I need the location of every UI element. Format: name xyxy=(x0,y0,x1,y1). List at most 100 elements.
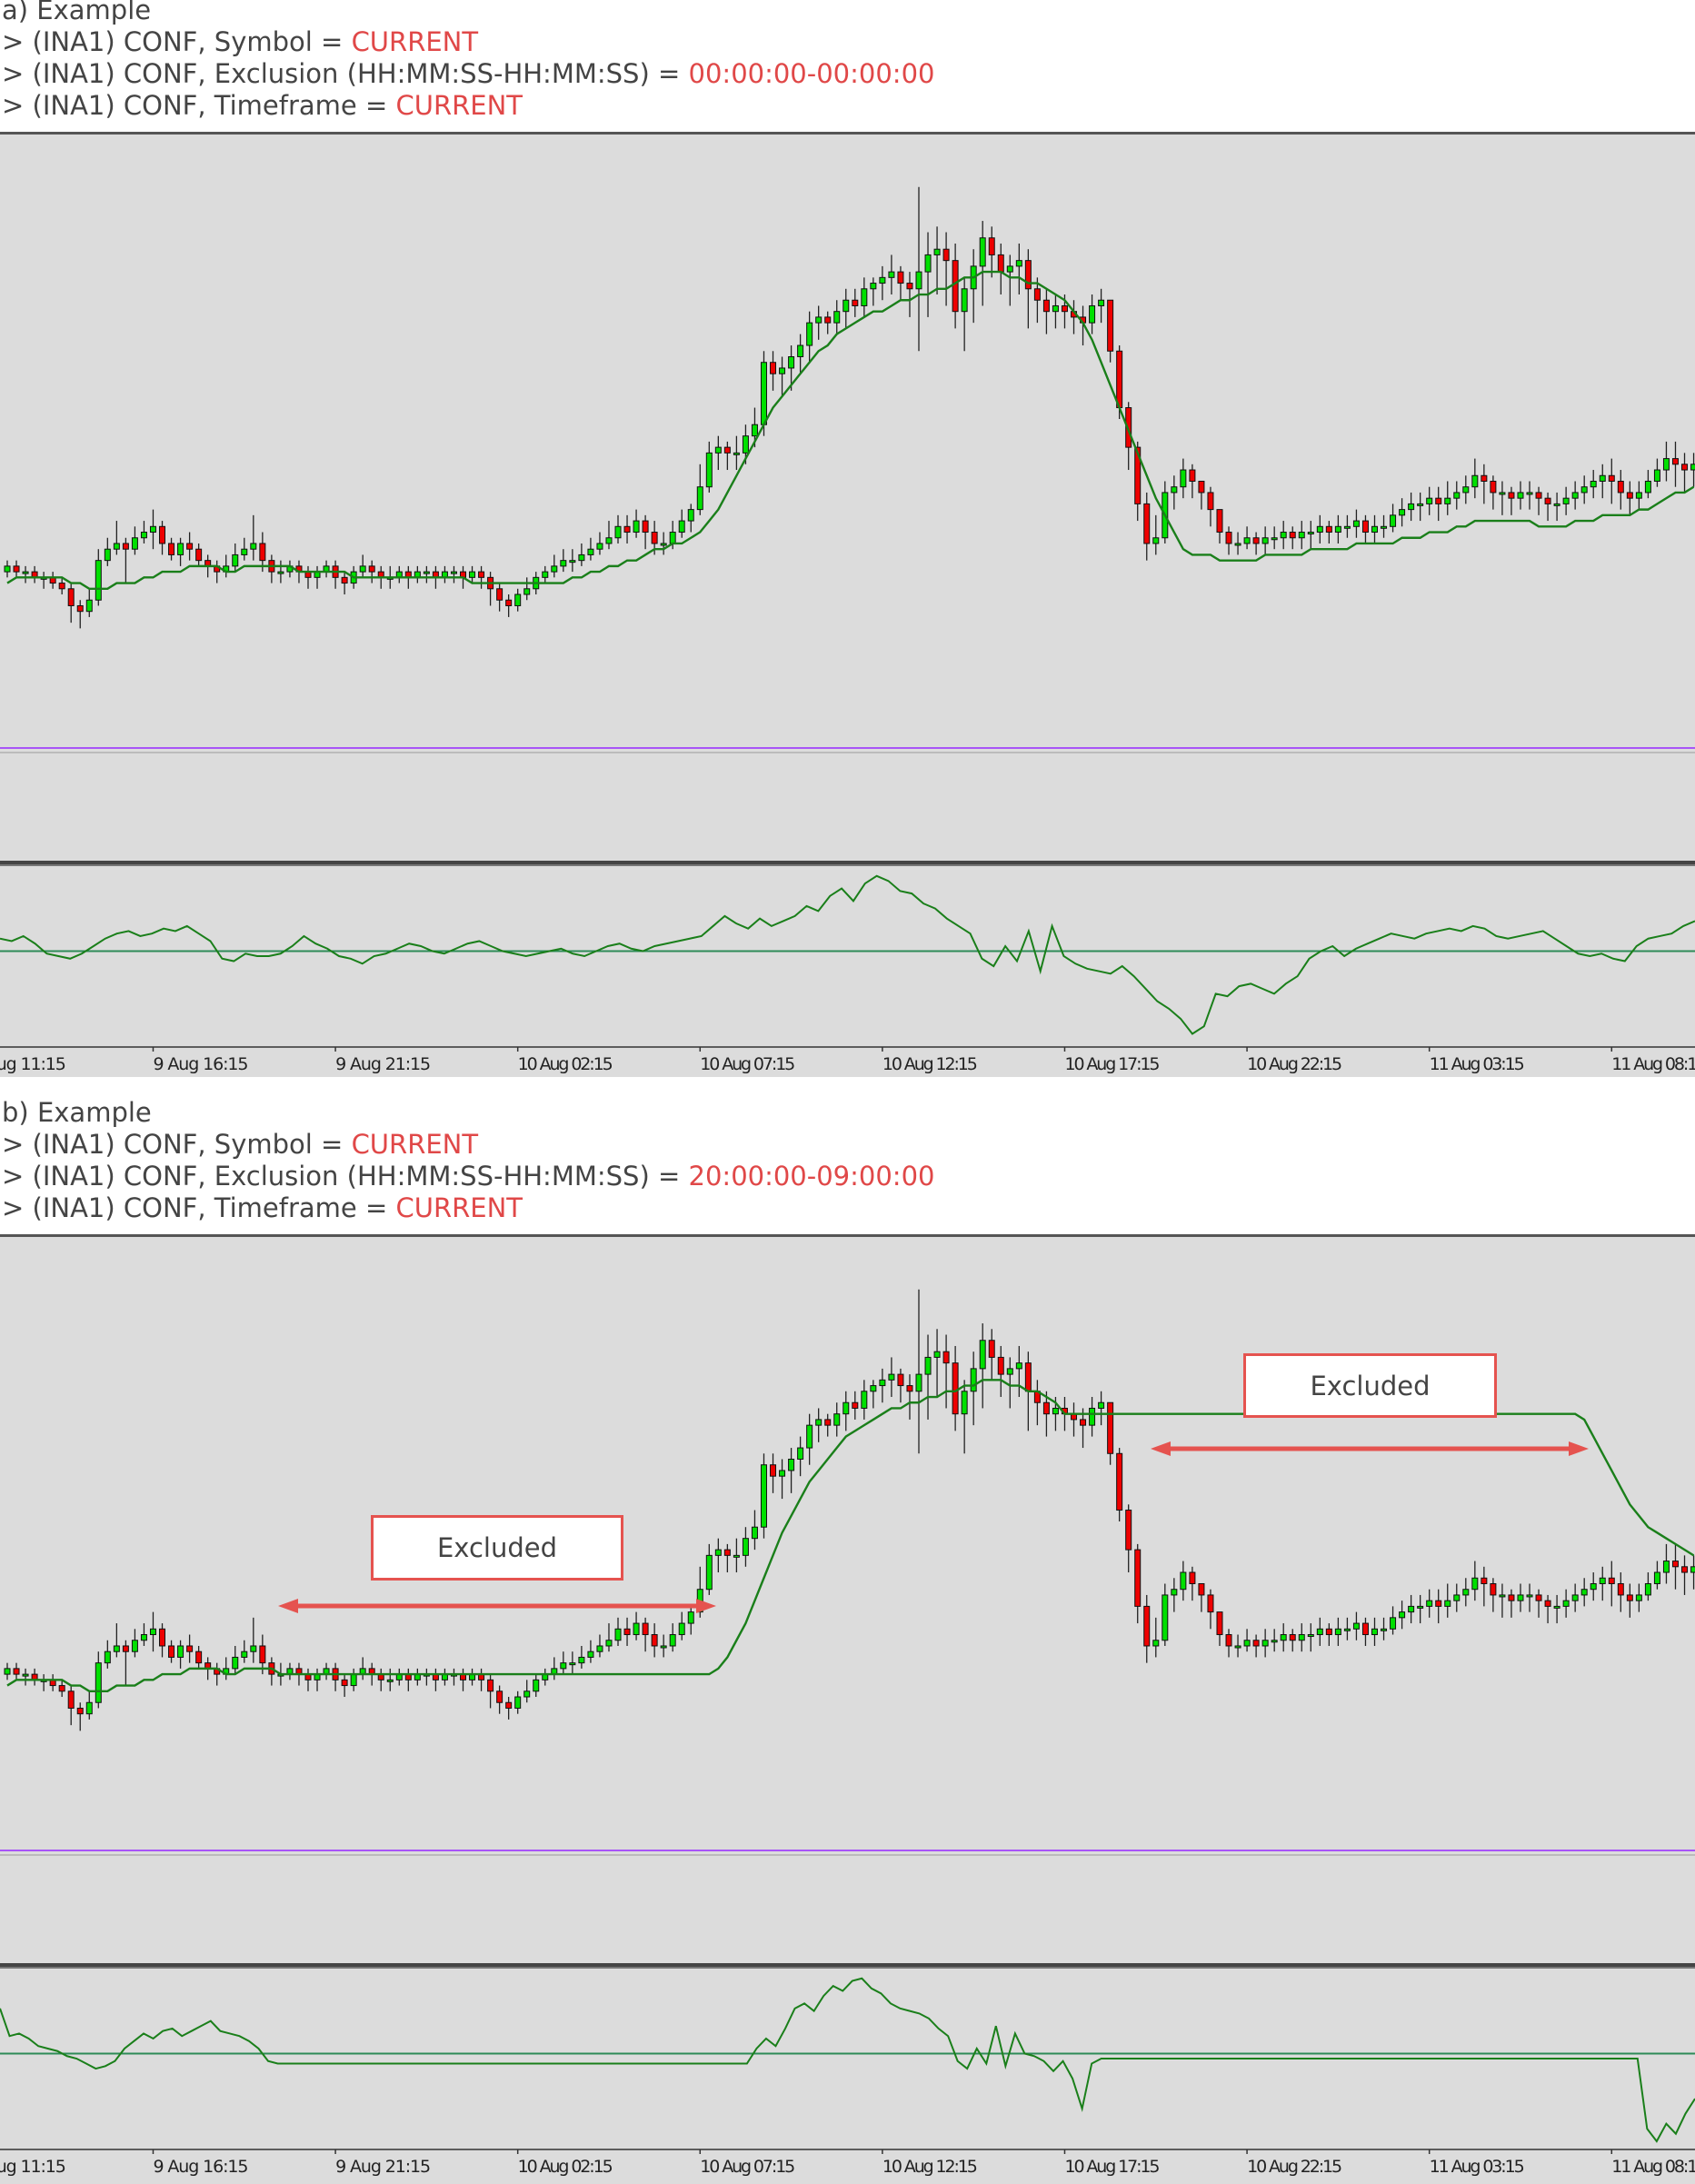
bull-candle-body xyxy=(569,1662,576,1666)
config-label: > (INA1) CONF, Symbol = xyxy=(2,1129,352,1160)
bear-candle-body xyxy=(478,571,485,578)
bear-candle-body xyxy=(642,520,649,534)
config-value: CURRENT xyxy=(351,26,479,57)
bull-candle-body xyxy=(85,1701,93,1715)
panel-a-header: a) Example > (INA1) CONF, Symbol = CURRE… xyxy=(2,0,934,122)
bear-candle-body xyxy=(496,1690,504,1703)
bear-candle-body xyxy=(487,1679,494,1692)
bull-candle-body xyxy=(386,1679,394,1682)
bull-candle-body xyxy=(1343,525,1351,529)
bull-candle-body xyxy=(423,571,430,574)
bull-candle-body xyxy=(1006,1368,1013,1375)
x-tick-label: 10 Aug 17:15 xyxy=(1064,1054,1160,1074)
bear-candle-body xyxy=(942,1351,950,1364)
bear-candle-body xyxy=(1225,532,1232,544)
bear-candle-body xyxy=(1617,480,1624,494)
bull-candle-body xyxy=(1590,480,1597,488)
bear-candle-body xyxy=(988,237,995,255)
candle xyxy=(1116,1448,1123,1521)
bear-candle-body xyxy=(1225,1634,1232,1647)
x-tick-label: 10 Aug 22:15 xyxy=(1247,2157,1342,2177)
bull-candle-body xyxy=(705,1554,713,1591)
bear-candle-body xyxy=(1544,1600,1551,1607)
bull-candle-body xyxy=(633,520,640,534)
bull-candle-body xyxy=(788,356,795,369)
bull-candle-body xyxy=(1381,1628,1388,1631)
bear-candle-body xyxy=(1490,480,1497,494)
bull-candle-body xyxy=(915,1373,922,1392)
bull-candle-body xyxy=(1462,1589,1470,1596)
bull-candle-body xyxy=(1599,1577,1606,1584)
bear-candle-body xyxy=(897,1373,904,1387)
bear-candle-body xyxy=(906,283,913,290)
bear-candle-body xyxy=(897,271,904,284)
bear-candle-body xyxy=(1608,1577,1615,1584)
bull-candle-body xyxy=(560,560,567,567)
config-value: CURRENT xyxy=(395,90,523,121)
bear-candle-body xyxy=(1671,458,1679,465)
bear-candle-body xyxy=(824,1419,832,1426)
bear-candle-body xyxy=(1125,1510,1132,1551)
bull-candle-body xyxy=(1444,497,1451,504)
config-exclusion-a: > (INA1) CONF, Exclusion (HH:MM:SS-HH:MM… xyxy=(2,58,934,90)
x-tick-label: 10 Aug 17:15 xyxy=(1064,2157,1160,2177)
bull-candle-body xyxy=(915,271,922,290)
bear-candle-body xyxy=(623,1628,631,1636)
bull-candle-body xyxy=(1653,1571,1660,1584)
bull-candle-body xyxy=(1261,537,1269,544)
bull-candle-body xyxy=(924,254,932,273)
bull-candle-body xyxy=(806,322,813,346)
bear-candle-body xyxy=(1361,1622,1369,1636)
bull-candle-body xyxy=(1571,492,1579,499)
bull-candle-body xyxy=(22,1673,29,1677)
bull-candle-body xyxy=(888,271,895,278)
bear-candle-body xyxy=(1107,1401,1114,1454)
bull-candle-body xyxy=(542,571,549,578)
bull-candle-body xyxy=(687,509,694,522)
bear-candle-body xyxy=(1061,304,1068,313)
bull-candle-body xyxy=(605,1640,613,1647)
bear-candle-body xyxy=(1042,1401,1050,1415)
bull-candle-body xyxy=(705,452,713,488)
bull-candle-body xyxy=(879,1379,886,1387)
config-label: > (INA1) CONF, Exclusion (HH:MM:SS-HH:MM… xyxy=(2,58,689,89)
bear-candle-body xyxy=(1508,1594,1515,1601)
bull-candle-body xyxy=(232,1656,239,1670)
bear-candle-body xyxy=(1033,288,1041,301)
bear-candle-body xyxy=(1216,509,1223,534)
subwindow-separator xyxy=(0,861,1695,864)
bull-candle-body xyxy=(596,543,603,550)
bull-candle-body xyxy=(751,424,758,437)
bull-candle-body xyxy=(1234,543,1241,546)
bear-candle-body xyxy=(76,604,84,613)
bull-candle-body xyxy=(861,1391,868,1409)
bear-candle-body xyxy=(642,1622,649,1636)
bull-candle-body xyxy=(1417,1605,1424,1609)
bull-candle-body xyxy=(833,1413,841,1426)
bull-candle-body xyxy=(1453,1594,1461,1601)
x-tick-label: 9 Aug 16:15 xyxy=(153,1054,248,1074)
bull-candle-body xyxy=(140,1634,147,1641)
bull-candle-body xyxy=(523,588,531,595)
bull-candle-body xyxy=(924,1356,932,1375)
bull-candle-body xyxy=(1307,532,1314,535)
panel-a-title: a) Example xyxy=(2,0,152,25)
x-tick-label: 10 Aug 07:15 xyxy=(700,1054,795,1074)
bull-candle-body xyxy=(1444,1600,1451,1607)
bull-candle-body xyxy=(1343,1628,1351,1631)
bear-candle-body xyxy=(195,1650,203,1664)
panel-top-border xyxy=(0,1234,1695,1237)
bull-candle-body xyxy=(1390,514,1397,527)
bull-candle-body xyxy=(1316,525,1323,534)
bull-candle-body xyxy=(605,537,613,544)
bear-candle-body xyxy=(168,1645,175,1658)
bull-candle-body xyxy=(1006,265,1013,273)
bull-candle-body xyxy=(660,543,667,546)
bull-candle-body xyxy=(961,288,968,313)
bull-candle-body xyxy=(22,571,29,574)
bull-candle-body xyxy=(1381,525,1388,529)
bull-candle-body xyxy=(797,344,804,358)
bull-candle-body xyxy=(714,446,722,454)
x-tick-label: 9 Aug 16:15 xyxy=(153,2157,248,2177)
bull-candle-body xyxy=(1644,480,1651,494)
